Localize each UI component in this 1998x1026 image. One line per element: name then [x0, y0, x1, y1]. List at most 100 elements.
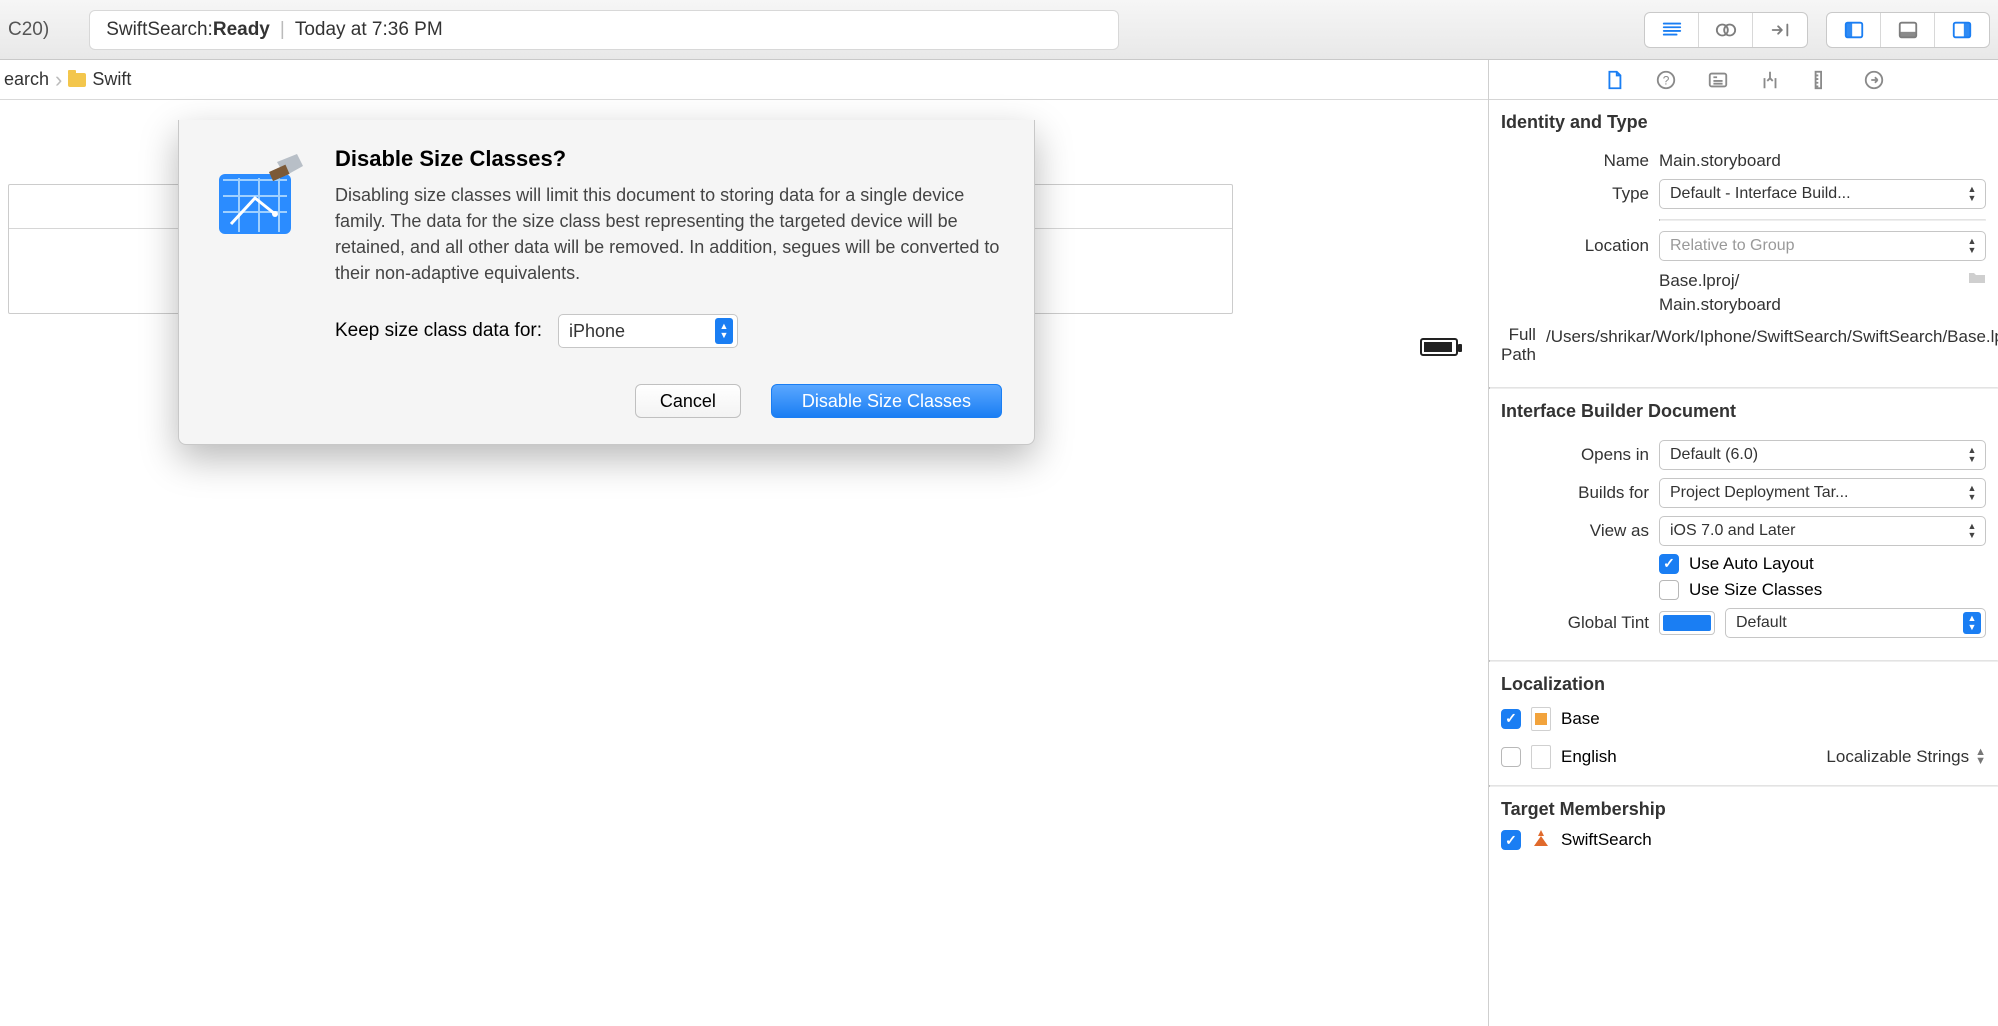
toolbar: C20) SwiftSearch: Ready | Today at 7:36 …	[0, 0, 1998, 60]
assistant-editor-icon	[1715, 19, 1737, 41]
checkbox-icon	[1659, 580, 1679, 600]
toggle-utilities-button[interactable]	[1935, 13, 1989, 47]
connections-inspector-tab[interactable]	[1863, 69, 1885, 91]
quick-help-tab[interactable]: ?	[1655, 69, 1677, 91]
storyboard-file-icon	[1531, 707, 1551, 731]
name-label: Name	[1501, 151, 1649, 171]
toggle-debug-area-button[interactable]	[1881, 13, 1935, 47]
left-panel-icon	[1843, 19, 1865, 41]
target-row[interactable]: SwiftSearch	[1489, 826, 1998, 859]
status-separator: |	[280, 19, 285, 41]
status-app: SwiftSearch:	[106, 19, 213, 41]
battery-icon	[1420, 338, 1458, 356]
globaltint-value: Default	[1736, 614, 1787, 632]
type-select[interactable]: Default - Interface Build... ▲▼	[1659, 179, 1986, 209]
identity-section-header: Identity and Type	[1489, 100, 1998, 139]
disable-button-label: Disable Size Classes	[802, 391, 971, 412]
checkbox-icon	[1501, 747, 1521, 767]
status-state: Ready	[213, 19, 270, 41]
jump-bar[interactable]: earch › Swift	[0, 60, 1488, 100]
size-inspector-tab[interactable]	[1811, 69, 1833, 91]
bottom-panel-icon	[1897, 19, 1919, 41]
location-select[interactable]: Relative to Group ▲▼	[1659, 231, 1986, 261]
cancel-button[interactable]: Cancel	[635, 384, 741, 418]
file-icon	[1603, 69, 1625, 91]
disable-size-classes-sheet: Disable Size Classes? Disabling size cla…	[178, 120, 1035, 445]
checkbox-icon	[1501, 709, 1521, 729]
standard-editor-icon	[1661, 19, 1683, 41]
attributes-inspector-tab[interactable]	[1759, 69, 1781, 91]
keep-device-select[interactable]: iPhone ▲▼	[558, 314, 738, 348]
toggle-navigator-button[interactable]	[1827, 13, 1881, 47]
cancel-button-label: Cancel	[660, 391, 716, 412]
use-sizeclasses-checkbox[interactable]: Use Size Classes	[1659, 580, 1986, 600]
localization-english-label: English	[1561, 747, 1617, 767]
canvas-area: earch › Swift	[0, 60, 1488, 1026]
viewas-value: iOS 7.0 and Later	[1670, 522, 1795, 540]
globaltint-label: Global Tint	[1501, 613, 1649, 633]
version-editor-button[interactable]	[1753, 13, 1807, 47]
folder-icon	[68, 73, 86, 87]
assistant-editor-button[interactable]	[1699, 13, 1753, 47]
keep-device-value: iPhone	[569, 321, 625, 342]
checkbox-icon	[1501, 830, 1521, 850]
breadcrumb-item[interactable]: earch	[4, 69, 49, 90]
location-path: Base.lproj/ Main.storyboard	[1659, 269, 1952, 317]
sheet-title: Disable Size Classes?	[335, 146, 1002, 172]
buildsfor-value: Project Deployment Tar...	[1670, 484, 1848, 502]
strings-file-icon	[1531, 745, 1551, 769]
sliders-icon	[1759, 69, 1781, 91]
activity-status-field: SwiftSearch: Ready | Today at 7:36 PM	[89, 10, 1119, 50]
right-panel-icon	[1951, 19, 1973, 41]
target-membership-header: Target Membership	[1489, 787, 1998, 826]
sheet-description: Disabling size classes will limit this d…	[335, 182, 1002, 286]
standard-editor-button[interactable]	[1645, 13, 1699, 47]
localization-base-label: Base	[1561, 709, 1600, 729]
ibdoc-section-header: Interface Builder Document	[1489, 389, 1998, 428]
opensin-value: Default (6.0)	[1670, 446, 1758, 464]
localization-base-row[interactable]: Base	[1489, 701, 1998, 737]
status-time: Today at 7:36 PM	[295, 19, 443, 41]
target-name: SwiftSearch	[1561, 830, 1652, 850]
type-value: Default - Interface Build...	[1670, 185, 1851, 203]
disable-size-classes-button[interactable]: Disable Size Classes	[771, 384, 1002, 418]
help-icon: ?	[1655, 69, 1677, 91]
buildsfor-label: Builds for	[1501, 483, 1649, 503]
type-label: Type	[1501, 184, 1649, 204]
file-inspector-tab[interactable]	[1603, 69, 1625, 91]
sheet-app-icon	[211, 146, 311, 246]
viewas-label: View as	[1501, 521, 1649, 541]
fullpath-value: /Users/shrikar/Work/Iphone/SwiftSearch/S…	[1546, 325, 1998, 349]
localization-english-type-select[interactable]: Localizable Strings ▲▼	[1826, 743, 1986, 771]
utilities-inspector: ? Identity and Type Name Main.storyboard	[1488, 60, 1998, 1026]
opensin-label: Opens in	[1501, 445, 1649, 465]
breadcrumb-item[interactable]: Swift	[92, 69, 131, 90]
use-autolayout-label: Use Auto Layout	[1689, 554, 1814, 574]
version-editor-icon	[1769, 19, 1791, 41]
id-card-icon	[1707, 69, 1729, 91]
fullpath-label: Full Path	[1501, 325, 1536, 365]
ruler-icon	[1811, 69, 1833, 91]
opensin-select[interactable]: Default (6.0) ▲▼	[1659, 440, 1986, 470]
checkbox-icon	[1659, 554, 1679, 574]
location-label: Location	[1501, 236, 1649, 256]
panel-visibility-segmented	[1826, 12, 1990, 48]
buildsfor-select[interactable]: Project Deployment Tar... ▲▼	[1659, 478, 1986, 508]
localization-english-row[interactable]: English Localizable Strings ▲▼	[1489, 737, 1998, 777]
svg-text:?: ?	[1662, 73, 1669, 87]
use-sizeclasses-label: Use Size Classes	[1689, 580, 1822, 600]
globaltint-select[interactable]: Default ▲▼	[1725, 608, 1986, 638]
editor-mode-segmented	[1644, 12, 1808, 48]
use-autolayout-checkbox[interactable]: Use Auto Layout	[1659, 554, 1986, 574]
toolbar-left-fragment: C20)	[8, 19, 49, 41]
identity-inspector-tab[interactable]	[1707, 69, 1729, 91]
localization-section-header: Localization	[1489, 662, 1998, 701]
globaltint-colorwell[interactable]	[1659, 611, 1715, 635]
breadcrumb-separator: ›	[55, 67, 62, 93]
name-value[interactable]: Main.storyboard	[1659, 151, 1986, 171]
folder-small-icon[interactable]	[1968, 269, 1986, 289]
location-value: Relative to Group	[1670, 237, 1795, 255]
viewas-select[interactable]: iOS 7.0 and Later ▲▼	[1659, 516, 1986, 546]
keep-data-label: Keep size class data for:	[335, 320, 542, 342]
app-target-icon	[1531, 828, 1551, 853]
